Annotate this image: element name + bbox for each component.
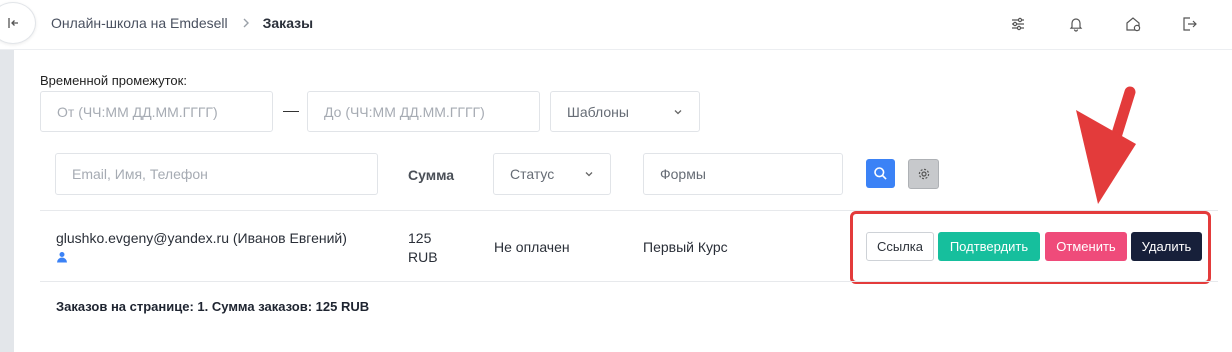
search-icon (874, 167, 887, 180)
search-input-placeholder: Email, Имя, Телефон (72, 166, 208, 182)
date-from-placeholder: От (ЧЧ:ММ ДД.ММ.ГГГГ) (57, 103, 218, 120)
bell-icon[interactable] (1066, 14, 1086, 34)
forms-input[interactable]: Формы (643, 153, 843, 195)
templates-select-label: Шаблоны (567, 103, 629, 120)
date-from-input[interactable]: От (ЧЧ:ММ ДД.ММ.ГГГГ) (40, 91, 273, 132)
collapse-sidebar-button[interactable] (0, 2, 36, 44)
home-settings-icon[interactable] (1123, 14, 1143, 34)
status-select-label: Статус (510, 166, 555, 182)
annotation-highlight-box (850, 211, 1211, 284)
table-settings-button[interactable] (908, 159, 939, 189)
page-title: Заказы (262, 15, 314, 31)
forms-input-placeholder: Формы (660, 166, 706, 182)
sliders-icon[interactable] (1008, 14, 1028, 34)
chevron-down-icon (673, 107, 683, 117)
collapse-icon (8, 18, 18, 28)
divider (40, 281, 1218, 282)
order-currency: RUB (408, 249, 438, 265)
search-button[interactable] (866, 159, 895, 188)
sum-column-header: Сумма (408, 167, 455, 183)
date-to-placeholder: До (ЧЧ:ММ ДД.ММ.ГГГГ) (324, 103, 485, 120)
breadcrumb-school-link[interactable]: Онлайн-школа на Emdesell (51, 15, 228, 31)
orders-summary: Заказов на странице: 1. Сумма заказов: 1… (56, 299, 370, 314)
gear-icon (918, 168, 929, 180)
order-status: Не оплачен (494, 239, 570, 255)
date-to-input[interactable]: До (ЧЧ:ММ ДД.ММ.ГГГГ) (307, 91, 540, 132)
time-range-label: Временной промежуток: (40, 73, 187, 88)
templates-select[interactable]: Шаблоны (550, 91, 700, 132)
sidebar-strip (0, 50, 14, 352)
top-bar: Онлайн-школа на Emdesell Заказы (0, 0, 1232, 50)
user-profile-icon[interactable] (56, 250, 68, 268)
breadcrumb: Онлайн-школа на Emdesell Заказы (51, 15, 313, 31)
logout-icon[interactable] (1179, 14, 1199, 34)
chevron-down-icon (584, 169, 594, 179)
order-form: Первый Курс (643, 239, 728, 255)
order-amount: 125 (408, 230, 432, 246)
search-input[interactable]: Email, Имя, Телефон (55, 153, 378, 195)
status-select[interactable]: Статус (493, 153, 611, 195)
chevron-right-icon (242, 17, 250, 29)
annotation-arrow (1076, 86, 1136, 204)
range-dash (283, 111, 299, 112)
order-customer: glushko.evgeny@yandex.ru (Иванов Евгений… (56, 230, 347, 246)
